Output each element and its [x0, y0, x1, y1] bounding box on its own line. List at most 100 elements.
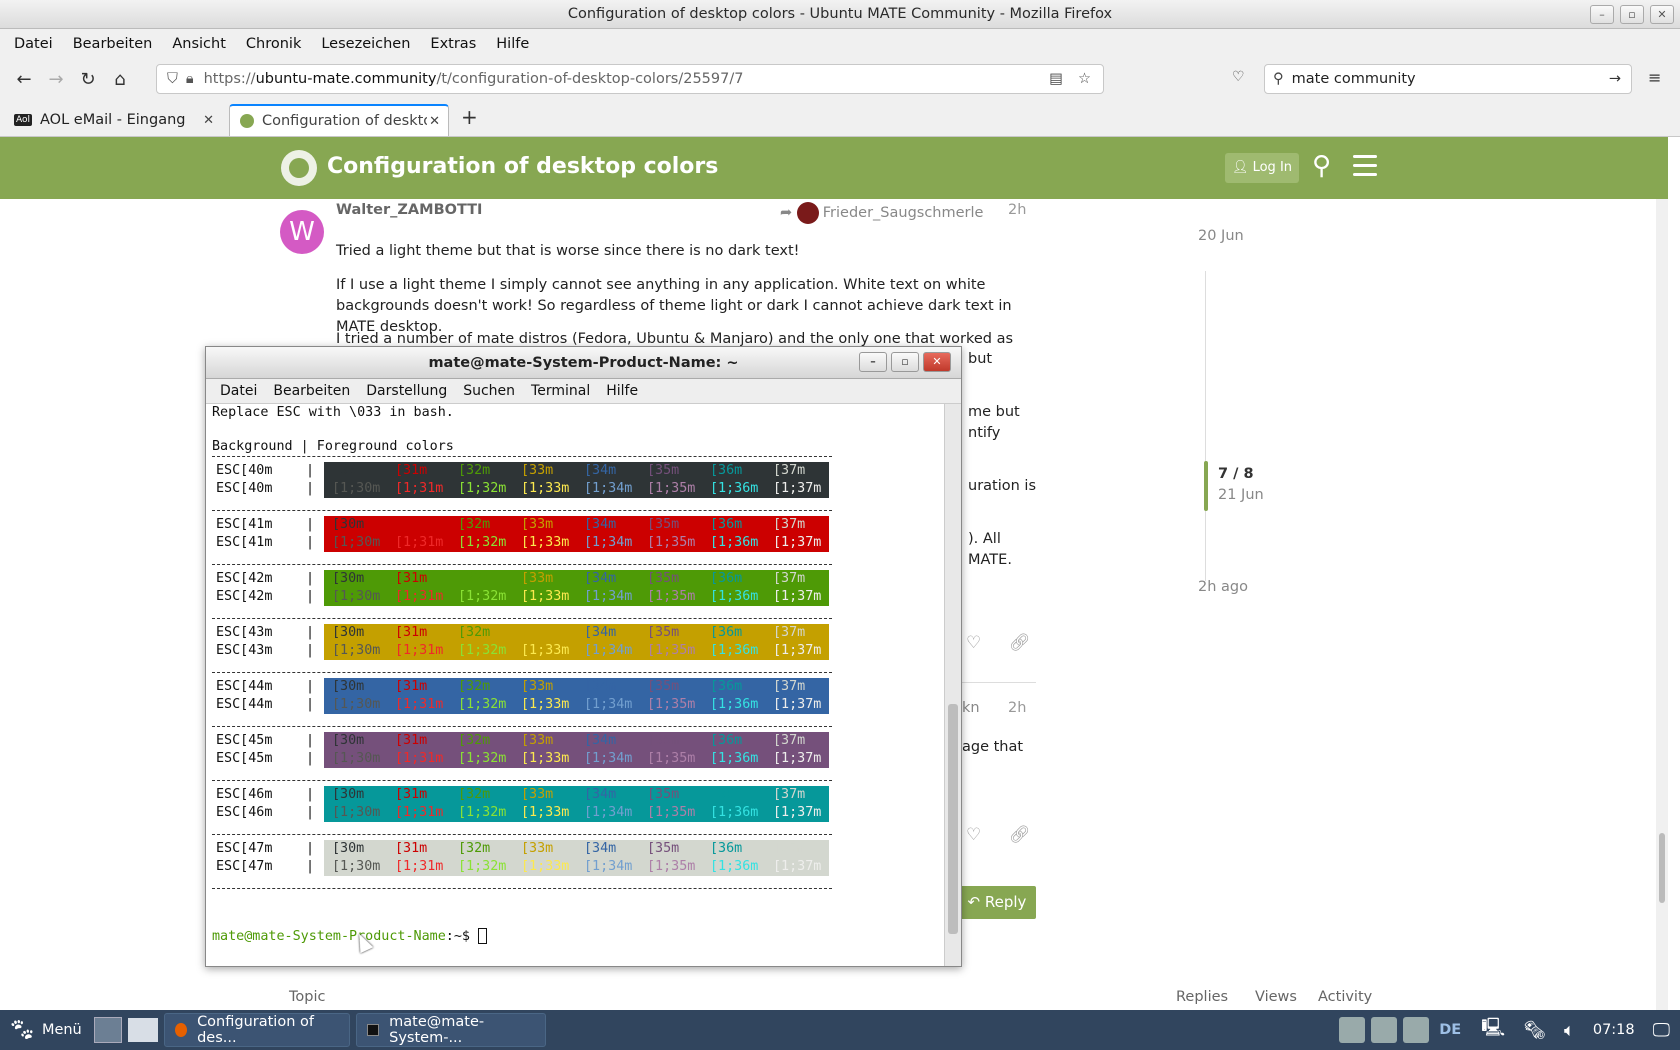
color-sample: [1;35m: [647, 535, 696, 550]
close-tab-icon[interactable]: ✕: [429, 114, 440, 129]
timeline-end-date[interactable]: 2h ago: [1198, 579, 1248, 595]
color-swatch-row: [30m [31m [32m [33m [34m [35m [36m [37m: [324, 678, 829, 696]
terminal-window[interactable]: mate@mate-System-Product-Name: ~ – ▫ ✕ D…: [205, 346, 962, 967]
terminal-menu-bearbeiten[interactable]: Bearbeiten: [265, 383, 358, 399]
color-sample: [1;34m: [584, 535, 633, 550]
shield-icon[interactable]: ⛉: [167, 71, 178, 87]
color-sample: [35m: [647, 571, 680, 586]
list-header-views[interactable]: Views: [1255, 989, 1297, 1005]
lock-icon[interactable]: 🔒︎: [186, 71, 194, 87]
tab-label: AOL eMail - Eingang: [40, 112, 186, 128]
page-scrollbar[interactable]: [1656, 199, 1668, 1010]
back-icon[interactable]: ←: [8, 63, 40, 95]
home-icon[interactable]: ⌂: [104, 63, 136, 95]
link-icon[interactable]: 🔗︎: [1009, 825, 1031, 845]
menu-datei[interactable]: Datei: [6, 36, 61, 52]
menu-ansicht[interactable]: Ansicht: [164, 36, 234, 52]
search-bar[interactable]: ⚲ mate community →: [1264, 64, 1632, 94]
color-sample: [37m: [773, 463, 806, 478]
reader-view-icon[interactable]: ▤: [1049, 71, 1063, 87]
list-header-replies[interactable]: Replies: [1176, 989, 1228, 1005]
terminal-menu-hilfe[interactable]: Hilfe: [598, 383, 646, 399]
volume-icon[interactable]: 🔈︎: [1564, 1020, 1575, 1041]
timeline-start-date[interactable]: 20 Jun: [1198, 228, 1244, 244]
timeline-track[interactable]: [1205, 271, 1206, 581]
terminal-maximize-icon[interactable]: ▫: [891, 352, 919, 372]
menu-chronik[interactable]: Chronik: [238, 36, 309, 52]
list-header-topic[interactable]: Topic: [289, 989, 325, 1005]
list-header-activity[interactable]: Activity: [1318, 989, 1372, 1005]
terminal-close-icon[interactable]: ✕: [923, 352, 951, 372]
color-sample: [1;37m: [773, 751, 822, 766]
hamburger-icon[interactable]: [1353, 155, 1377, 182]
terminal-menu-darstellung[interactable]: Darstellung: [358, 383, 455, 399]
color-swatch-row: [1;30m [1;31m [1;32m [1;33m [1;34m [1;35m [1;3…: [324, 804, 829, 822]
color-sample: [34m: [584, 571, 617, 586]
ubuntu-mate-logo-icon[interactable]: [281, 150, 317, 186]
drive-icon[interactable]: [1339, 1017, 1366, 1043]
link-icon[interactable]: 🔗︎: [1009, 633, 1031, 653]
show-desktop-icon[interactable]: [93, 1017, 122, 1043]
avatar[interactable]: W: [280, 210, 324, 254]
drive-icon[interactable]: [1403, 1017, 1430, 1043]
like-icon[interactable]: ♡: [966, 633, 981, 653]
color-sample: [37m: [773, 787, 806, 802]
esc-label: ESC[40m: [216, 481, 273, 496]
url-bar[interactable]: ⛉ 🔒︎ https://ubuntu-mate.community/t/con…: [156, 64, 1104, 94]
timeline-handle[interactable]: [1204, 461, 1208, 511]
close-tab-icon[interactable]: ✕: [203, 113, 214, 128]
color-sample: [36m: [710, 787, 743, 802]
network-icon[interactable]: 🖳︎: [1481, 1015, 1505, 1045]
start-menu-button[interactable]: 🐾︎ Menü: [0, 1010, 90, 1050]
url-prefix: https://: [203, 71, 256, 87]
taskbar-app-firefox[interactable]: Configuration of des...: [163, 1013, 350, 1047]
color-sample: [1;31m: [395, 589, 444, 604]
post-username[interactable]: Walter_ZAMBOTTI: [336, 202, 482, 218]
terminal-titlebar[interactable]: mate@mate-System-Product-Name: ~ – ▫ ✕: [206, 347, 961, 379]
login-button[interactable]: 👤︎ Log In: [1225, 153, 1299, 183]
taskbar-app-terminal[interactable]: mate@mate-System-...: [355, 1013, 546, 1047]
terminal-menu-datei[interactable]: Datei: [212, 383, 265, 399]
post-time[interactable]: 2h: [1008, 202, 1026, 218]
keyboard-layout-indicator[interactable]: DE: [1439, 1022, 1461, 1038]
clock[interactable]: 07:18: [1593, 1022, 1635, 1038]
pocket-icon[interactable]: ♡: [1232, 69, 1245, 85]
minimize-button[interactable]: –: [1590, 5, 1614, 24]
tab-aol[interactable]: Aol AOL eMail - Eingang ✕: [4, 104, 222, 136]
menu-lesezeichen[interactable]: Lesezeichen: [313, 36, 418, 52]
new-tab-icon[interactable]: +: [461, 105, 478, 129]
desktop-icon[interactable]: 🖵︎: [1653, 1020, 1670, 1041]
esc-label: ESC[42m: [216, 571, 273, 586]
drive-icon[interactable]: [1371, 1017, 1398, 1043]
maximize-button[interactable]: ▫: [1620, 5, 1644, 24]
reload-icon[interactable]: ↻: [72, 63, 104, 95]
reply-to[interactable]: ➦ Frieder_Saugschmerle: [780, 202, 983, 224]
color-sample: [1;36m: [710, 697, 759, 712]
menu-bearbeiten[interactable]: Bearbeiten: [65, 36, 161, 52]
column-separator: |: [306, 535, 315, 550]
post-divider: [962, 682, 1036, 683]
workspace-switcher-icon[interactable]: [127, 1018, 158, 1042]
terminal-scrollbar[interactable]: [944, 404, 961, 966]
terminal-minimize-icon[interactable]: –: [859, 352, 887, 372]
topic-title[interactable]: Configuration of desktop colors: [327, 154, 718, 179]
terminal-menu-terminal[interactable]: Terminal: [523, 383, 598, 399]
color-sample: [34m: [584, 733, 617, 748]
search-icon[interactable]: ⚲: [1312, 151, 1331, 181]
bookmark-star-icon[interactable]: ☆: [1078, 71, 1091, 87]
close-button[interactable]: ✕: [1650, 5, 1674, 24]
esc-label: ESC[40m: [216, 463, 273, 478]
menu-hilfe[interactable]: Hilfe: [488, 36, 537, 52]
tab-configuration[interactable]: Configuration of desktop ✕: [229, 104, 449, 136]
notifications-icon[interactable]: 🗞︎: [1523, 1020, 1546, 1041]
reply-button[interactable]: ↶ Reply: [958, 886, 1036, 919]
menu-extras[interactable]: Extras: [422, 36, 484, 52]
search-go-icon[interactable]: →: [1609, 71, 1621, 87]
like-icon[interactable]: ♡: [966, 825, 981, 845]
forward-icon[interactable]: →: [40, 63, 72, 95]
esc-label: ESC[42m: [216, 589, 273, 604]
hamburger-menu-icon[interactable]: ≡: [1648, 68, 1661, 87]
terminal-output[interactable]: Replace ESC with \033 in bash. Backgroun…: [206, 404, 944, 966]
terminal-menu-suchen[interactable]: Suchen: [455, 383, 523, 399]
color-swatch-row: [1;30m [1;31m [1;32m [1;33m [1;34m [1;35m [1;3…: [324, 642, 829, 660]
